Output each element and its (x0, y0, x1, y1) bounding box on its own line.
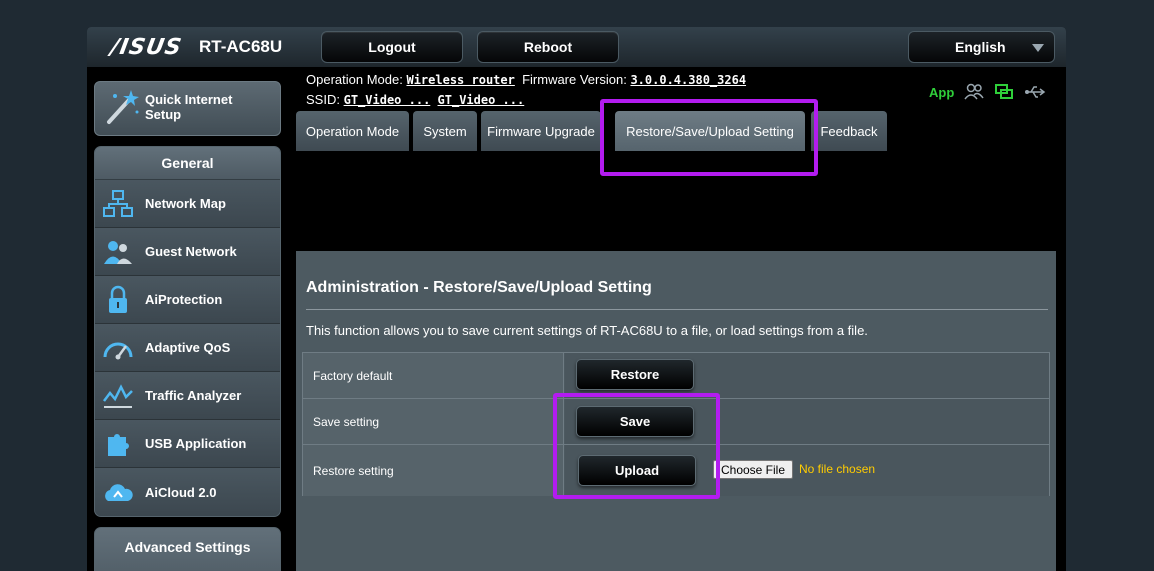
sidebar-item-label: Adaptive QoS (145, 340, 231, 355)
quick-internet-setup-button[interactable]: Quick Internet Setup (94, 81, 281, 136)
advanced-settings-menu: Advanced Settings (94, 527, 281, 571)
sidebar-item-aicloud[interactable]: AiCloud 2.0 (95, 468, 280, 516)
firmware-link[interactable]: 3.0.0.4.380_3264 (630, 73, 746, 87)
settings-table: Factory default Restore Save setting Sav… (302, 352, 1050, 496)
choose-file-button[interactable]: Choose File (713, 460, 793, 479)
ssid-link-2[interactable]: GT_Video ... (438, 93, 525, 107)
qis-label-line2: Setup (145, 107, 182, 122)
cloud-icon (105, 484, 133, 501)
ssid-label: SSID: (306, 92, 340, 107)
qis-label: Quick Internet Setup (145, 92, 232, 122)
factory-default-label: Factory default (303, 353, 564, 398)
lock-icon (109, 285, 127, 313)
save-button[interactable]: Save (576, 406, 694, 437)
ssid-info-line: SSID: GT_Video ... GT_Video ... (306, 92, 524, 107)
general-menu: General Network Map Guest Network AiProt… (94, 146, 281, 517)
network-icon[interactable] (994, 83, 1014, 101)
table-row: Factory default Restore (303, 353, 1049, 399)
tab-feedback[interactable]: Feedback (811, 111, 887, 151)
sidebar-item-label: AiCloud 2.0 (145, 484, 217, 500)
sidebar-item-label: Traffic Analyzer (145, 388, 242, 403)
model-name: RT-AC68U (199, 37, 283, 56)
sidebar-item-label: Guest Network (145, 244, 237, 259)
page-title: Administration - Restore/Save/Upload Set… (306, 279, 652, 296)
ssid-link-1[interactable]: GT_Video ... (344, 93, 431, 107)
upload-button[interactable]: Upload (578, 455, 696, 486)
network-map-icon (103, 190, 133, 217)
clients-icon[interactable] (964, 83, 984, 101)
sidebar-item-usb-application[interactable]: USB Application (95, 420, 280, 468)
tab-restore-save-upload[interactable]: Restore/Save/Upload Setting (615, 111, 805, 151)
save-setting-label: Save setting (303, 399, 564, 444)
content-panel: Administration - Restore/Save/Upload Set… (296, 251, 1056, 571)
table-row: Restore setting Upload Choose File No fi… (303, 445, 1049, 496)
sidebar-item-traffic-analyzer[interactable]: Traffic Analyzer (95, 372, 280, 420)
firmware-label: Firmware Version: (522, 72, 627, 87)
tab-operation-mode[interactable]: Operation Mode (296, 111, 409, 151)
sidebar-item-label: USB Application (145, 436, 247, 451)
op-mode-label: Operation Mode: (306, 72, 403, 87)
file-status-text: No file chosen (799, 462, 876, 476)
chevron-down-icon (1032, 44, 1044, 52)
guest-network-icon (104, 241, 132, 264)
sidebar-item-guest-network[interactable]: Guest Network (95, 228, 280, 276)
status-icons: App (929, 83, 1046, 101)
restore-setting-label: Restore setting (303, 445, 564, 496)
page-description: This function allows you to save current… (306, 323, 868, 338)
language-value: English (955, 39, 1006, 55)
top-bar: /ISUS RT-AC68U Logout Reboot English (87, 27, 1066, 67)
tab-firmware-upgrade[interactable]: Firmware Upgrade (481, 111, 601, 151)
sidebar-item-label: AiProtection (145, 292, 223, 307)
qis-label-line1: Quick Internet (145, 92, 233, 107)
logout-button[interactable]: Logout (321, 31, 463, 63)
sidebar-item-aiprotection[interactable]: AiProtection (95, 276, 280, 324)
traffic-chart-icon (103, 384, 133, 408)
reboot-button[interactable]: Reboot (477, 31, 619, 63)
magic-wand-icon (107, 90, 139, 124)
puzzle-icon (108, 434, 129, 456)
operation-info-line: Operation Mode: Wireless router Firmware… (306, 72, 746, 87)
speedometer-icon (103, 342, 133, 360)
language-select[interactable]: English (908, 31, 1055, 63)
sidebar-item-adaptive-qos[interactable]: Adaptive QoS (95, 324, 280, 372)
sidebar-item-network-map[interactable]: Network Map (95, 180, 280, 228)
app-link[interactable]: App (929, 85, 954, 100)
title-divider (306, 309, 1048, 310)
sidebar-item-label: Network Map (145, 196, 226, 211)
advanced-settings-title: Advanced Settings (124, 539, 251, 555)
table-row: Save setting Save (303, 399, 1049, 445)
tab-system[interactable]: System (413, 111, 477, 151)
asus-logo[interactable]: /ISUS (109, 35, 184, 60)
op-mode-link[interactable]: Wireless router (406, 73, 514, 87)
usb-icon[interactable] (1024, 83, 1046, 101)
restore-button[interactable]: Restore (576, 359, 694, 390)
general-menu-title: General (95, 147, 280, 180)
